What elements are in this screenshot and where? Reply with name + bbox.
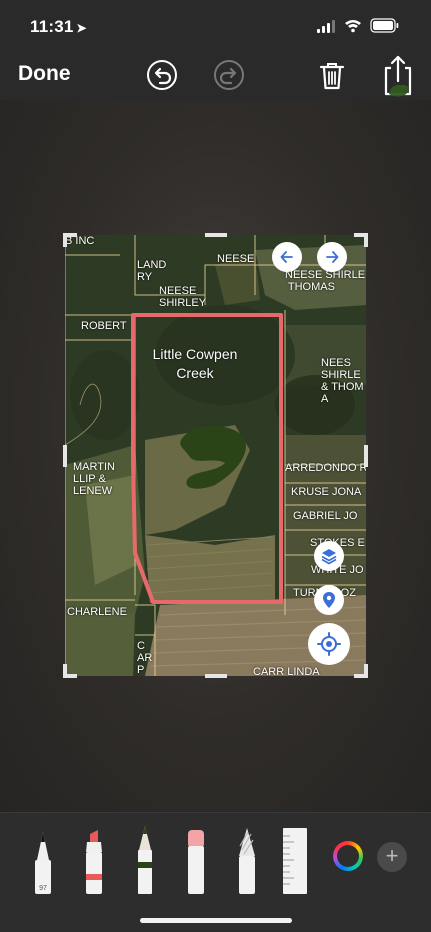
parcel-label: CHARLENE [67, 606, 127, 618]
crop-corner-top-left-v[interactable] [63, 233, 67, 247]
parcel-label: GABRIEL JO [293, 510, 358, 522]
crosshair-icon [317, 632, 341, 656]
done-button[interactable]: Done [18, 62, 71, 86]
parcel-label: NEESE SHIRLEY [159, 285, 207, 309]
parcel-label: MARTIN LLIP & LENEW [73, 461, 115, 497]
map-screenshot[interactable]: B INC LAND RY NEESE NEESE SHIRLEY NEESE … [65, 235, 366, 676]
parcel-label: C AR P [137, 640, 153, 676]
pencil-tool[interactable] [134, 824, 156, 894]
drop-pin-button[interactable] [314, 585, 344, 615]
layers-button[interactable] [314, 541, 344, 571]
crop-edge-left[interactable] [63, 445, 67, 467]
add-button[interactable]: + [377, 842, 407, 872]
markup-tool-tray: 97 + [0, 812, 431, 932]
trash-icon[interactable] [316, 59, 348, 91]
parcel-label: ROBERT [81, 320, 127, 332]
back-arrow-button[interactable] [272, 242, 302, 272]
parcel-label: CARR LINDA [253, 666, 320, 676]
crop-edge-top[interactable] [205, 233, 227, 237]
location-arrow-icon: ➤ [76, 21, 87, 35]
pen-width-label: 97 [39, 885, 47, 892]
parcel-label: NEES SHIRLE & THOM A [321, 357, 364, 405]
creek-label: Little Cowpen Creek [152, 346, 238, 381]
status-time: 11:31 ➤ [30, 17, 87, 37]
crop-edge-right[interactable] [364, 445, 368, 467]
status-bar: 11:31 ➤ [0, 0, 431, 50]
crop-edge-bottom[interactable] [205, 674, 227, 678]
status-icons [317, 18, 399, 33]
battery-icon [370, 18, 399, 33]
parcel-label: ARREDONDO R [285, 462, 366, 474]
map-pin-icon [323, 592, 335, 608]
parcel-label: NEESE [217, 253, 255, 265]
redo-icon[interactable] [213, 59, 245, 91]
wifi-icon [345, 20, 361, 33]
undo-icon[interactable] [146, 59, 178, 91]
locate-me-button[interactable] [308, 623, 350, 665]
crop-corner-top-right-v[interactable] [364, 233, 368, 247]
clock-text: 11:31 [30, 17, 74, 36]
parcel-label: LAND RY [137, 259, 167, 283]
parcel-label: KRUSE JONA [291, 486, 362, 498]
marker-tool[interactable] [83, 828, 105, 894]
crop-corner-bottom-right-v[interactable] [364, 664, 368, 678]
arrow-left-icon [280, 251, 293, 263]
pen-tool[interactable]: 97 [32, 828, 54, 894]
lasso-tool[interactable] [236, 826, 258, 894]
layers-icon [321, 549, 337, 565]
markup-toolbar: Done [0, 50, 431, 100]
color-picker-button[interactable] [333, 841, 363, 871]
home-indicator [140, 918, 292, 923]
forward-arrow-button[interactable] [317, 242, 347, 272]
parcel-label: NEESE SHIRLE THOMAS [285, 269, 366, 293]
arrow-right-icon [326, 251, 339, 263]
ruler-tool[interactable] [282, 828, 308, 894]
cellular-signal-icon [317, 20, 335, 33]
eraser-tool[interactable] [185, 828, 207, 894]
crop-corner-bottom-left-v[interactable] [63, 664, 67, 678]
share-icon[interactable] [381, 54, 415, 100]
